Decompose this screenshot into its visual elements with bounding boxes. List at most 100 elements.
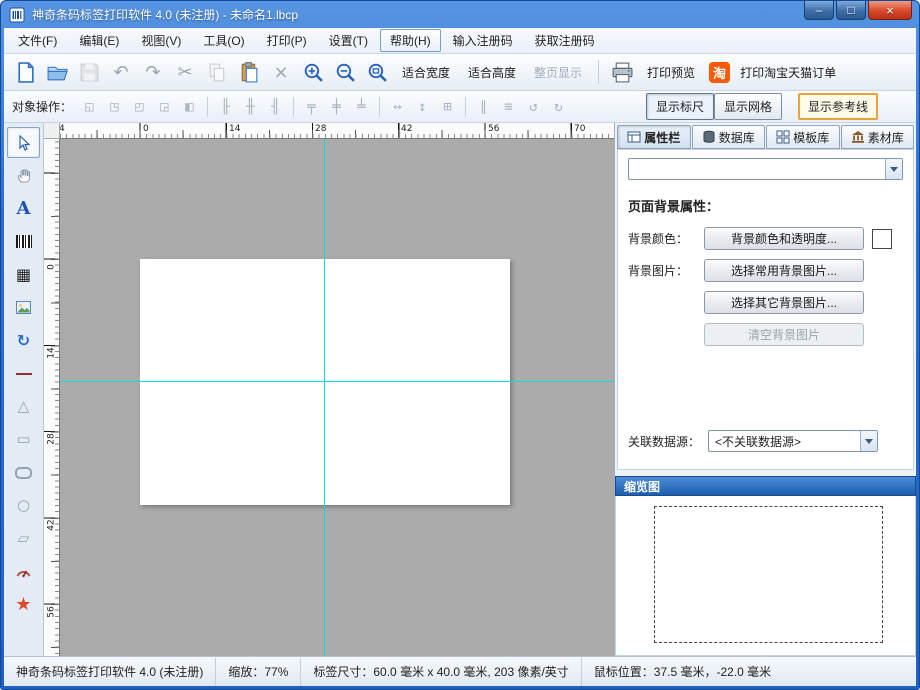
- tab-properties[interactable]: 属性栏: [617, 125, 691, 149]
- paste-icon[interactable]: [234, 57, 264, 87]
- chevron-down-icon[interactable]: [885, 159, 902, 179]
- undo-icon[interactable]: ↶: [106, 57, 136, 87]
- star-tool[interactable]: ★: [7, 589, 40, 620]
- menu-file[interactable]: 文件(F): [8, 29, 67, 52]
- object-op-icon[interactable]: [465, 97, 466, 117]
- menu-settings[interactable]: 设置(T): [319, 29, 378, 52]
- parallelogram-tool[interactable]: ▱: [7, 523, 40, 554]
- align-left-icon[interactable]: ╟: [214, 96, 237, 118]
- taobao-icon[interactable]: 淘: [709, 62, 730, 83]
- vertical-ruler[interactable]: 014284256: [44, 139, 60, 656]
- new-icon[interactable]: [10, 57, 40, 87]
- bring-to-front-icon[interactable]: ◰: [128, 96, 151, 118]
- image-tool[interactable]: [7, 292, 40, 323]
- horizontal-ruler[interactable]: -1401428425670: [60, 123, 614, 139]
- close-button[interactable]: ×: [868, 1, 912, 20]
- bg-color-swatch[interactable]: [872, 229, 892, 249]
- whole-page-button[interactable]: 整页显示: [526, 64, 590, 81]
- thumbnail-preview: [654, 506, 883, 643]
- menu-get-regcode[interactable]: 获取注册码: [525, 29, 605, 52]
- maximize-button[interactable]: □: [836, 1, 866, 20]
- fit-height-button[interactable]: 适合高度: [460, 64, 524, 81]
- minimize-button[interactable]: –: [804, 1, 834, 20]
- align-center-icon[interactable]: ╫: [239, 96, 262, 118]
- barcode-tool[interactable]: [7, 226, 40, 257]
- rectangle-tool[interactable]: ▭: [7, 424, 40, 455]
- menu-tools[interactable]: 工具(O): [193, 29, 254, 52]
- menu-print[interactable]: 打印(P): [257, 29, 317, 52]
- main-toolbar: ↶ ↷ ✂ × 适合宽度 适合高度 整页显示 打印预览 淘 打印淘宝天猫订单: [4, 54, 916, 91]
- group-icon[interactable]: ◱: [78, 96, 101, 118]
- design-canvas[interactable]: [60, 139, 614, 656]
- chevron-down-icon[interactable]: [860, 431, 877, 451]
- text-tool[interactable]: A: [7, 193, 40, 224]
- align-right-icon[interactable]: ╢: [264, 96, 287, 118]
- ruler-number: 14: [47, 346, 57, 361]
- zoom-out-icon[interactable]: [330, 57, 360, 87]
- panel-tabs: 属性栏 数据库 模板库: [615, 123, 916, 149]
- zoom-page-icon[interactable]: [362, 57, 392, 87]
- thumbnail-area: [615, 496, 916, 656]
- zoom-in-icon[interactable]: [298, 57, 328, 87]
- align-bottom-icon[interactable]: ╧: [350, 96, 373, 118]
- window-title: 神奇条码标签打印软件 4.0 (未注册) - 未命名1.lbcp: [32, 6, 298, 23]
- menu-help[interactable]: 帮助(H): [380, 29, 441, 52]
- bg-color-button[interactable]: 背景颜色和透明度...: [704, 227, 864, 250]
- print-preview-button[interactable]: 打印预览: [639, 64, 703, 81]
- object-op-icon[interactable]: [379, 97, 380, 117]
- rotate-right-icon[interactable]: ↻: [547, 96, 570, 118]
- fit-width-button[interactable]: 适合宽度: [394, 64, 458, 81]
- datasource-select[interactable]: <不关联数据源>: [708, 430, 878, 452]
- pan-tool[interactable]: [7, 160, 40, 191]
- menu-view[interactable]: 视图(V): [131, 29, 191, 52]
- taobao-order-button[interactable]: 打印淘宝天猫订单: [732, 64, 844, 81]
- rotate-left-icon[interactable]: ↺: [522, 96, 545, 118]
- bg-clear-button[interactable]: 清空背景图片: [704, 323, 864, 346]
- rotate-tool[interactable]: ↻: [7, 325, 40, 356]
- object-op-icon[interactable]: [207, 97, 208, 117]
- show-guides-button[interactable]: 显示参考线: [798, 93, 878, 120]
- tab-database[interactable]: 数据库: [692, 125, 766, 149]
- lock-icon[interactable]: ◧: [178, 96, 201, 118]
- bg-image-label: 背景图片：: [628, 262, 704, 279]
- vertical-guide-line[interactable]: [324, 139, 325, 656]
- equal-vspacing-icon[interactable]: ≡: [497, 96, 520, 118]
- align-middle-icon[interactable]: ╪: [325, 96, 348, 118]
- qrcode-icon: ▦: [16, 267, 31, 283]
- show-grid-button[interactable]: 显示网格: [714, 93, 782, 120]
- label-page[interactable]: [140, 259, 510, 505]
- redo-icon[interactable]: ↷: [138, 57, 168, 87]
- triangle-tool[interactable]: △: [7, 391, 40, 422]
- copy-icon[interactable]: [202, 57, 232, 87]
- ungroup-icon[interactable]: ◳: [103, 96, 126, 118]
- bg-common-image-button[interactable]: 选择常用背景图片...: [704, 259, 864, 282]
- ellipse-tool[interactable]: ○: [7, 490, 40, 521]
- save-icon[interactable]: [74, 57, 104, 87]
- print-preview-icon[interactable]: [607, 57, 637, 87]
- horizontal-guide-line[interactable]: [60, 381, 614, 382]
- tab-templates[interactable]: 模板库: [766, 125, 840, 149]
- menu-edit[interactable]: 编辑(E): [69, 29, 129, 52]
- bg-other-image-button[interactable]: 选择其它背景图片...: [704, 291, 864, 314]
- line-tool[interactable]: [7, 358, 40, 389]
- equal-hspacing-icon[interactable]: ∥: [472, 96, 495, 118]
- rounded-rect-tool[interactable]: [7, 457, 40, 488]
- same-height-icon[interactable]: ↕: [411, 96, 434, 118]
- tab-materials[interactable]: 素材库: [841, 125, 915, 149]
- same-size-icon[interactable]: ⊞: [436, 96, 459, 118]
- select-tool[interactable]: [7, 127, 40, 158]
- send-to-back-icon[interactable]: ◲: [153, 96, 176, 118]
- gauge-icon: [15, 564, 32, 580]
- menu-enter-regcode[interactable]: 输入注册码: [443, 29, 523, 52]
- cut-icon[interactable]: ✂: [170, 57, 200, 87]
- gauge-tool[interactable]: [7, 556, 40, 587]
- object-selector[interactable]: [628, 158, 903, 180]
- open-icon[interactable]: [42, 57, 72, 87]
- status-zoom: 缩放：77%: [216, 658, 301, 686]
- same-width-icon[interactable]: ↔: [386, 96, 409, 118]
- object-op-icon[interactable]: [293, 97, 294, 117]
- delete-icon[interactable]: ×: [266, 57, 296, 87]
- qrcode-tool[interactable]: ▦: [7, 259, 40, 290]
- align-top-icon[interactable]: ╤: [300, 96, 323, 118]
- show-ruler-button[interactable]: 显示标尺: [646, 93, 714, 120]
